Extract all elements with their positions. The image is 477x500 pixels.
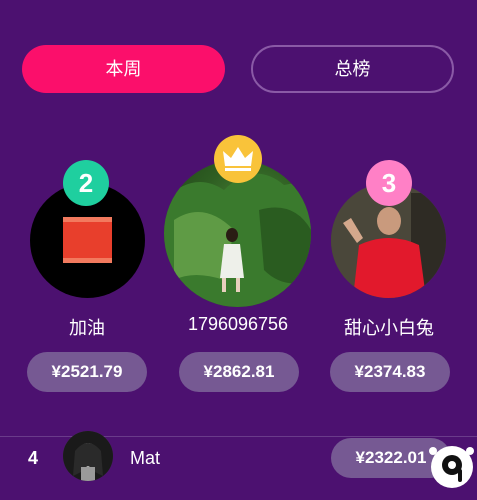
rank-3-badge: 3: [366, 160, 412, 206]
amount-rank-2: ¥2521.79: [27, 352, 147, 392]
list-item[interactable]: 4 Mat ¥2322.01: [0, 431, 477, 500]
list-name: Mat: [130, 448, 161, 468]
podium-name-rank-3: 甜心小白兔: [344, 318, 434, 338]
tab-week[interactable]: 本周: [22, 45, 225, 93]
amount-rank-3: ¥2374.83: [330, 352, 450, 392]
person-photo: [63, 431, 113, 481]
amount-rank-1: ¥2862.81: [179, 352, 299, 392]
rank-2-badge: 2: [63, 160, 109, 206]
podium-name-rank-1: 1796096756: [187, 314, 289, 334]
ranking-tabs: 本周 总榜: [22, 45, 454, 93]
list-rank: 4: [28, 448, 39, 468]
tab-total[interactable]: 总榜: [251, 45, 454, 93]
avatar: [63, 431, 113, 481]
mascot-float-icon[interactable]: [425, 439, 477, 491]
podium-name-rank-2: 加油: [69, 318, 105, 338]
crown-icon: [214, 135, 262, 183]
